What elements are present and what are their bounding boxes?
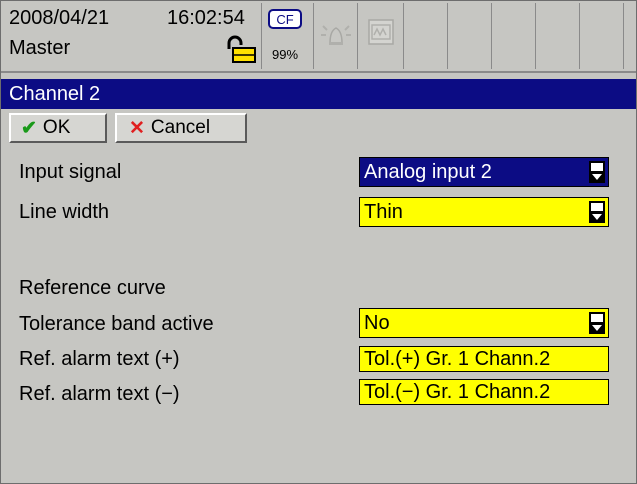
ref-alarm-minus-field[interactable]: Tol.(−) Gr. 1 Chann.2 [359,379,609,405]
cancel-button[interactable]: ✕ Cancel [115,113,247,143]
input-signal-value: Analog input 2 [364,161,492,183]
memory-card-status[interactable]: CF 99% [261,3,313,69]
padlock-open-icon [227,35,256,63]
alarm-bell-icon [321,25,351,45]
ref-alarm-minus-value: Tol.(−) Gr. 1 Chann.2 [364,381,551,403]
ref-alarm-plus-field[interactable]: Tol.(+) Gr. 1 Chann.2 [359,346,609,372]
status-slot-6 [623,3,636,69]
signal-status[interactable] [357,3,403,69]
status-slot-4 [535,3,579,69]
device-screen: 2008/04/21 16:02:54 Master CF 99% Channe… [0,0,637,484]
tolerance-band-select[interactable]: No [359,308,609,338]
compact-flash-icon: CF [268,9,302,29]
cross-icon: ✕ [129,117,145,139]
input-signal-select[interactable]: Analog input 2 [359,157,609,187]
signal-panel-icon [368,19,394,45]
status-header: 2008/04/21 16:02:54 Master CF 99% [1,1,636,73]
status-slot-5 [579,3,623,69]
status-slot-2 [447,3,491,69]
cf-label: CF [276,12,293,27]
status-time: 16:02:54 [167,7,245,29]
line-width-value: Thin [364,201,403,223]
tolerance-band-label: Tolerance band active [19,313,214,335]
cf-usage: 99% [272,47,299,62]
ok-button[interactable]: ✔ OK [9,113,107,143]
dialog-title: Channel 2 [9,83,101,105]
dialog-button-row: ✔ OK ✕ Cancel [1,109,636,147]
cancel-button-label: Cancel [150,117,211,138]
status-info: 2008/04/21 16:02:54 Master [1,1,261,73]
status-user: Master [9,37,71,59]
dropdown-arrow-icon [589,312,605,334]
checkmark-icon: ✔ [21,117,37,139]
status-slot-1 [403,3,447,69]
ref-alarm-plus-label: Ref. alarm text (+) [19,348,180,370]
dialog-title-bar: Channel 2 [1,79,636,109]
line-width-select[interactable]: Thin [359,197,609,227]
status-slot-3 [491,3,535,69]
line-width-label: Line width [19,201,110,223]
input-signal-label: Input signal [19,161,122,183]
tolerance-band-value: No [364,312,390,334]
ok-button-label: OK [42,117,71,138]
reference-curve-label: Reference curve [19,277,166,299]
header-divider [1,71,636,73]
dropdown-arrow-icon [589,201,605,223]
ref-alarm-plus-value: Tol.(+) Gr. 1 Chann.2 [364,348,551,370]
alarm-status[interactable] [313,3,357,69]
dropdown-arrow-icon [589,161,605,183]
ref-alarm-minus-label: Ref. alarm text (−) [19,383,180,405]
status-date: 2008/04/21 [9,7,110,29]
